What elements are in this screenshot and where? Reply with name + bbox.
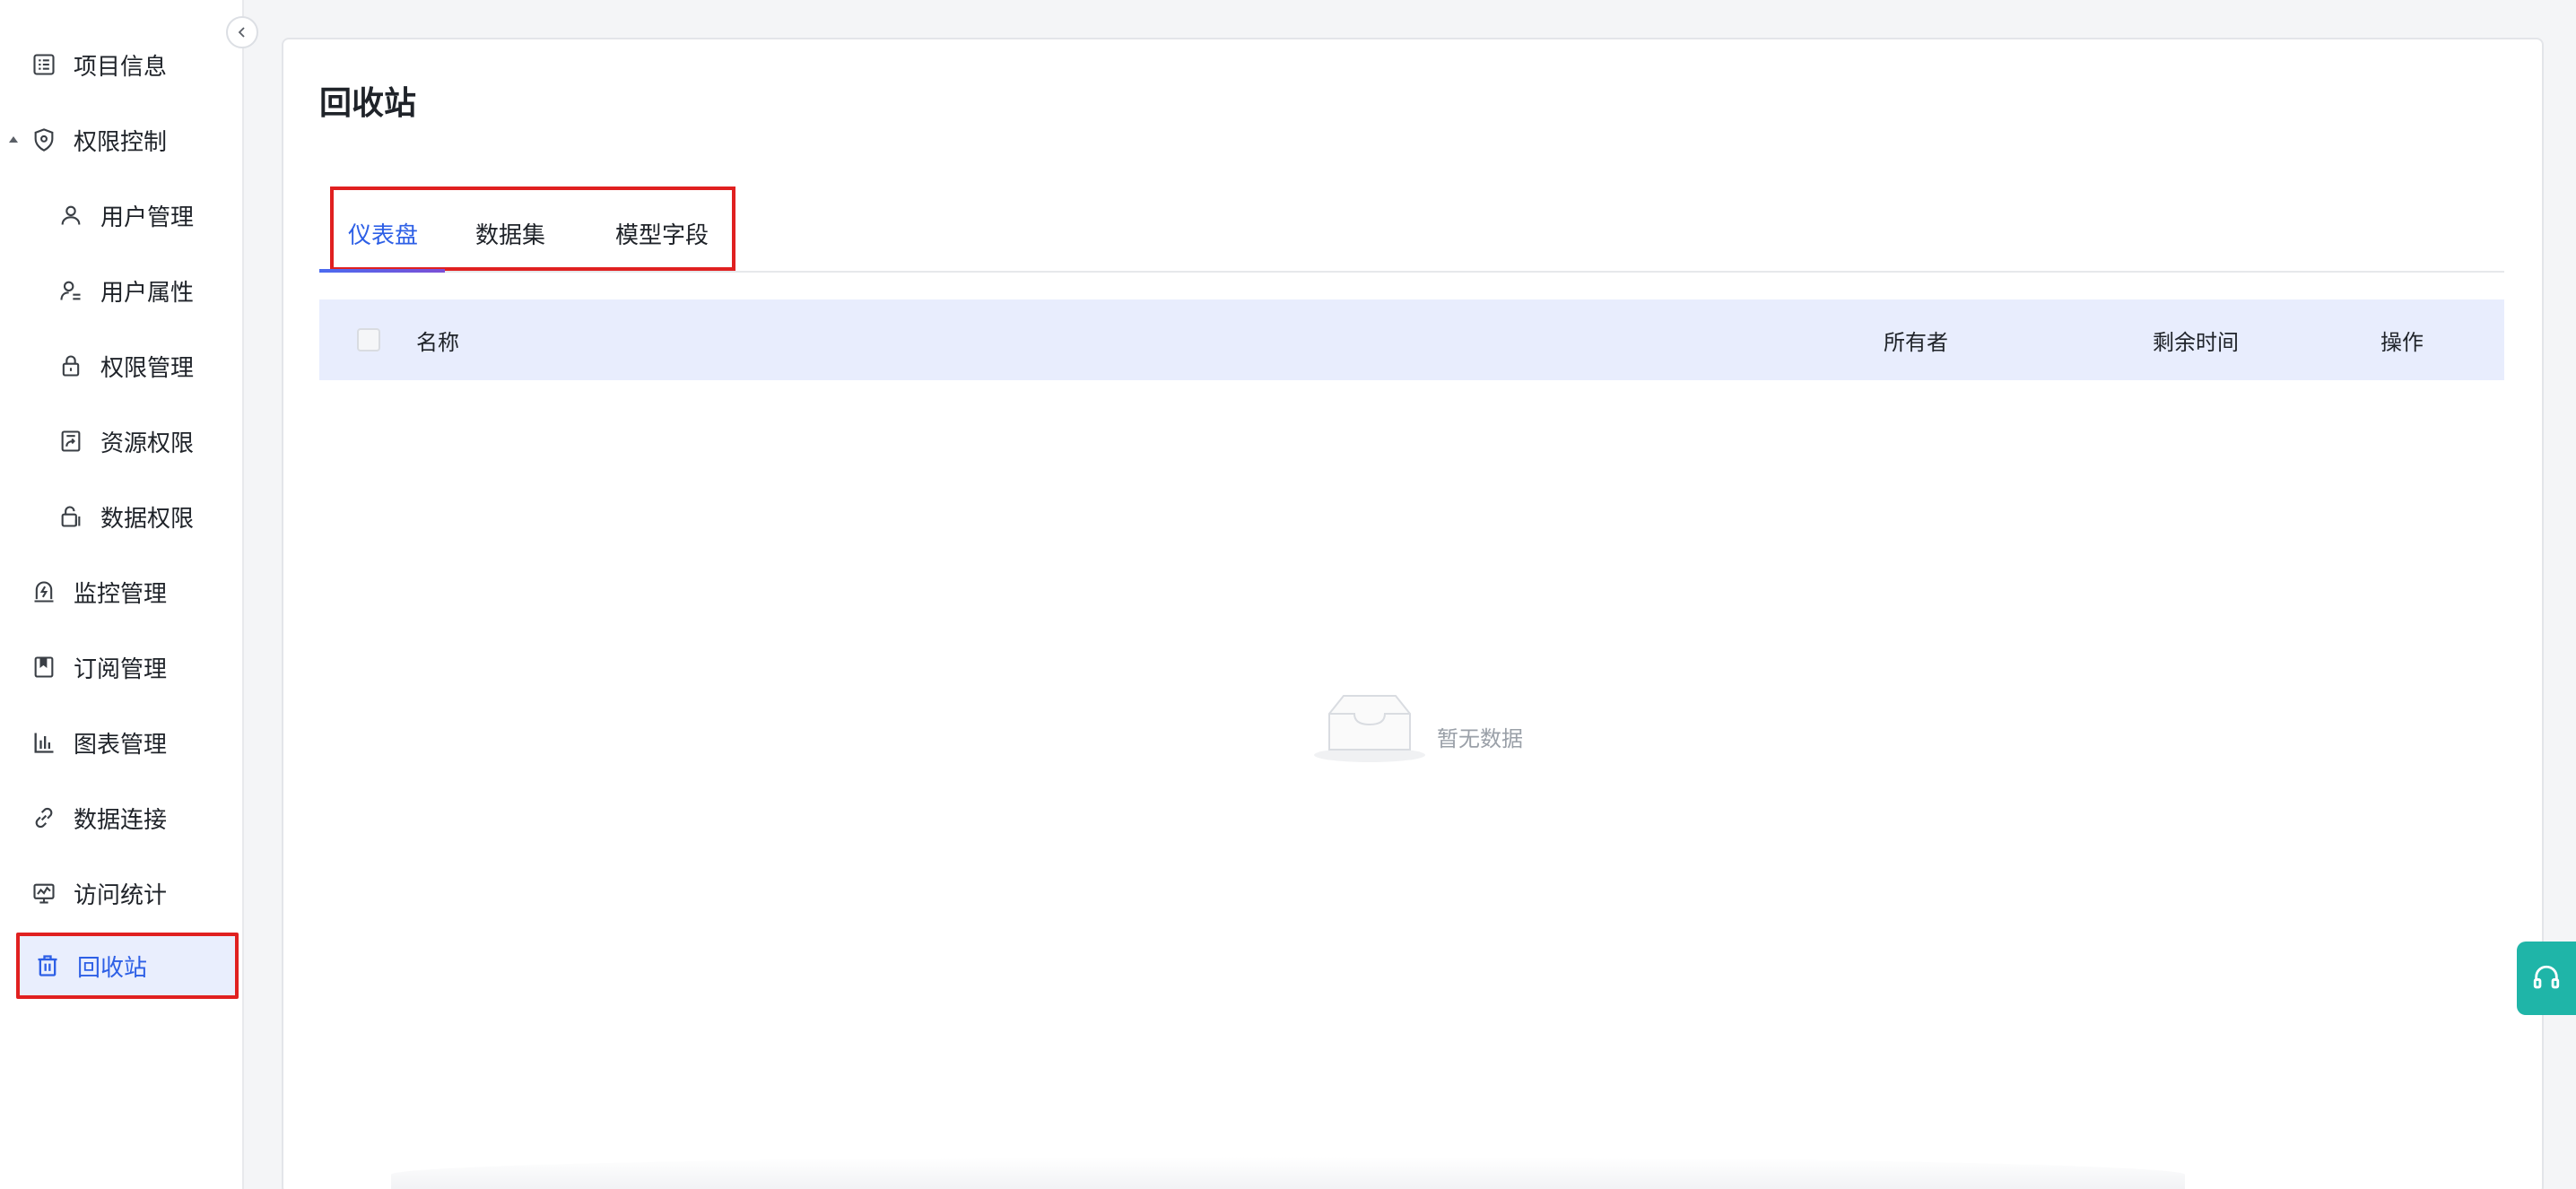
sidebar-item-permission-management[interactable]: 权限管理 [16, 334, 239, 398]
trash-icon [34, 952, 61, 979]
sidebar-item-label: 数据连接 [74, 806, 168, 834]
tab-model-fields[interactable]: 模型字段 [615, 217, 709, 250]
sidebar-item-label: 权限管理 [100, 354, 195, 382]
customer-support-button[interactable] [2517, 942, 2576, 1015]
sidebar-item-label: 项目信息 [74, 53, 168, 81]
user-icon [57, 202, 84, 229]
headset-icon [2533, 965, 2560, 989]
sidebar-item-recycle-bin[interactable]: 回收站 [16, 933, 239, 999]
sidebar-item-user-management[interactable]: 用户管理 [16, 183, 239, 247]
recycle-bin-panel: 回收站 仪表盘 数据集 模型字段 名称 所有者 剩余时间 操作 暂无数据 [282, 38, 2544, 1189]
empty-inbox-icon [1314, 695, 1425, 762]
column-header-owner[interactable]: 所有者 [1884, 325, 1948, 356]
column-header-remaining-time[interactable]: 剩余时间 [2153, 325, 2239, 356]
chevron-left-icon [238, 27, 245, 38]
lock-icon [57, 352, 84, 379]
sidebar-item-user-attributes[interactable]: 用户属性 [16, 258, 239, 323]
sidebar-item-data-connection[interactable]: 数据连接 [16, 785, 239, 850]
sidebar-item-resource-permission[interactable]: 资源权限 [16, 409, 239, 473]
bookmark-icon [30, 654, 57, 681]
caret-up-icon [9, 136, 18, 143]
empty-state: 暂无数据 [1311, 653, 1580, 769]
tab-dataset[interactable]: 数据集 [475, 217, 545, 250]
sidebar-item-access-statistics[interactable]: 访问统计 [16, 861, 239, 925]
sidebar-item-label: 资源权限 [100, 430, 195, 457]
sidebar-item-label: 回收站 [77, 954, 148, 982]
sidebar-item-label: 用户属性 [100, 279, 195, 307]
tab-dashboard[interactable]: 仪表盘 [348, 217, 418, 250]
resource-share-icon [57, 428, 84, 455]
sidebar-item-label: 图表管理 [74, 731, 168, 759]
user-attribute-icon [57, 277, 84, 304]
page-title: 回收站 [319, 85, 417, 122]
sidebar-item-label: 监控管理 [74, 580, 168, 608]
column-header-name[interactable]: 名称 [416, 325, 459, 356]
sidebar-item-monitor-management[interactable]: 监控管理 [16, 560, 239, 624]
sidebar-item-label: 访问统计 [74, 881, 168, 909]
sidebar: 项目信息 权限控制 用户管理 用户属性 权限管理 资源权限 数据权限 监控管理 … [0, 0, 244, 1189]
sidebar-item-chart-management[interactable]: 图表管理 [16, 710, 239, 775]
table-header: 名称 所有者 剩余时间 操作 [319, 299, 2504, 380]
tab-bar: 仪表盘 数据集 模型字段 [319, 151, 2504, 273]
bottom-fade [391, 1157, 2185, 1189]
column-header-actions: 操作 [2380, 330, 2424, 355]
sidebar-item-label: 用户管理 [100, 204, 195, 231]
select-all-checkbox[interactable] [357, 328, 380, 351]
bar-chart-icon [30, 729, 57, 756]
shield-icon [30, 126, 57, 153]
sidebar-item-label: 权限控制 [74, 128, 168, 156]
link-icon [30, 804, 57, 831]
empty-state-text: 暂无数据 [1437, 726, 1523, 751]
list-icon [30, 51, 57, 78]
sidebar-item-label: 数据权限 [100, 505, 195, 533]
sidebar-item-label: 订阅管理 [74, 655, 168, 683]
monitor-icon [30, 578, 57, 605]
sidebar-item-permission-control[interactable]: 权限控制 [9, 108, 239, 172]
sidebar-item-data-permission[interactable]: 数据权限 [16, 484, 239, 549]
sidebar-item-subscription-management[interactable]: 订阅管理 [16, 635, 239, 699]
data-lock-icon [57, 503, 84, 530]
sidebar-item-project-info[interactable]: 项目信息 [16, 32, 239, 97]
screen-stats-icon [30, 880, 57, 907]
collapse-sidebar-button[interactable] [226, 16, 258, 48]
active-tab-indicator [319, 269, 445, 273]
